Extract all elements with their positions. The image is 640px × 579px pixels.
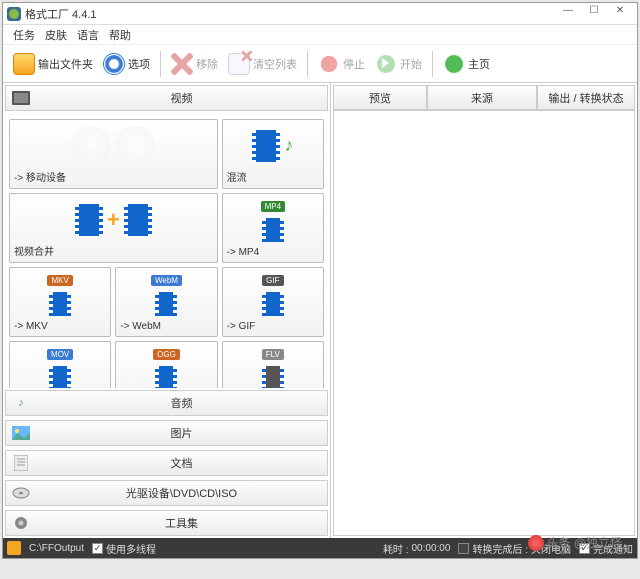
task-list-empty[interactable] — [333, 111, 635, 536]
home-icon — [443, 53, 465, 75]
film-icon — [262, 292, 284, 316]
main-body: 视频 -> 移动设备 ♪ 混流 + 视频合并 — [3, 83, 637, 538]
start-button[interactable]: 开始 — [371, 51, 426, 77]
film-icon — [49, 292, 71, 316]
film-icon — [155, 292, 177, 316]
devices-icon — [115, 126, 155, 166]
plus-icon: + — [107, 207, 120, 233]
options-button[interactable]: 选项 — [99, 51, 154, 77]
gif-badge: GIF — [262, 275, 283, 286]
mkv-badge: MKV — [47, 275, 72, 286]
film-icon — [75, 204, 103, 236]
film-icon — [262, 218, 284, 242]
film-icon — [252, 130, 280, 162]
menu-skin[interactable]: 皮肤 — [45, 27, 67, 42]
col-output[interactable]: 输出 / 转换状态 — [537, 85, 635, 110]
webm-badge: WebM — [151, 275, 182, 286]
right-panel: 预览 来源 输出 / 转换状态 — [331, 83, 637, 538]
tile-ogg[interactable]: OGG -> OGG — [115, 341, 217, 388]
menu-language[interactable]: 语言 — [77, 27, 99, 42]
checkbox-icon: ✓ — [92, 543, 103, 554]
flv-badge: FLV — [262, 349, 284, 360]
app-icon — [7, 7, 21, 21]
tile-mkv[interactable]: MKV -> MKV — [9, 267, 111, 337]
play-icon — [375, 53, 397, 75]
video-icon — [10, 89, 32, 107]
checkbox-icon: ✓ — [458, 543, 469, 554]
video-grid: -> 移动设备 ♪ 混流 + 视频合并 MP4 -> MP4 — [5, 115, 328, 388]
gear-icon — [10, 514, 32, 532]
film-icon — [124, 204, 152, 236]
film-icon — [155, 366, 177, 388]
title-bar[interactable]: 格式工厂 4.4.1 — ☐ ✕ — [3, 3, 637, 25]
folder-icon[interactable] — [7, 541, 21, 555]
list-header: 预览 来源 输出 / 转换状态 — [333, 85, 635, 111]
category-audio-header[interactable]: ♪ 音频 — [5, 390, 328, 416]
minimize-button[interactable]: — — [555, 5, 581, 23]
watermark: 头条 @独立怪 — [528, 534, 622, 551]
remove-icon — [171, 53, 193, 75]
clear-list-button[interactable]: 清空列表 — [224, 51, 301, 77]
output-folder-button[interactable]: 输出文件夹 — [9, 51, 97, 77]
menu-task[interactable]: 任务 — [13, 27, 35, 42]
category-drive-header[interactable]: 光驱设备\DVD\CD\ISO — [5, 480, 328, 506]
remove-button[interactable]: 移除 — [167, 51, 222, 77]
window-title: 格式工厂 4.4.1 — [25, 6, 97, 22]
close-button[interactable]: ✕ — [607, 5, 633, 23]
tile-gif[interactable]: GIF -> GIF — [222, 267, 324, 337]
mp4-badge: MP4 — [261, 201, 285, 212]
menu-bar: 任务 皮肤 语言 帮助 — [3, 25, 637, 45]
disc-drive-icon — [10, 484, 32, 502]
options-icon — [103, 53, 125, 75]
tile-mp4[interactable]: MP4 -> MP4 — [222, 193, 324, 263]
video-tiles-pane: -> 移动设备 ♪ 混流 + 视频合并 MP4 -> MP4 — [3, 113, 330, 388]
tile-webm[interactable]: WebM -> WebM — [115, 267, 217, 337]
tile-mobile[interactable]: -> 移动设备 — [9, 119, 218, 189]
left-panel: 视频 -> 移动设备 ♪ 混流 + 视频合并 — [3, 83, 331, 538]
menu-help[interactable]: 帮助 — [109, 27, 131, 42]
multithread-toggle[interactable]: ✓使用多线程 — [92, 541, 156, 556]
folder-icon — [13, 53, 35, 75]
devices-icon — [71, 126, 111, 166]
output-path-label[interactable]: C:\FFOutput — [29, 543, 84, 554]
film-icon — [262, 366, 284, 388]
category-video-header[interactable]: 视频 — [5, 85, 328, 111]
stop-button[interactable]: 停止 — [314, 51, 369, 77]
stop-icon — [318, 53, 340, 75]
category-doc-header[interactable]: 文档 — [5, 450, 328, 476]
col-preview[interactable]: 预览 — [333, 85, 427, 110]
tile-mov[interactable]: MOV -> MOV — [9, 341, 111, 388]
music-note-icon: ♪ — [284, 135, 293, 156]
category-tools-header[interactable]: 工具集 — [5, 510, 328, 536]
toolbar: 输出文件夹 选项 移除 清空列表 停止 开始 主页 — [3, 45, 637, 83]
clear-list-icon — [228, 53, 250, 75]
tile-merge[interactable]: + 视频合并 — [9, 193, 218, 263]
music-note-icon: ♪ — [10, 394, 32, 412]
tile-flv[interactable]: FLV -> FLV — [222, 341, 324, 388]
category-image-header[interactable]: 图片 — [5, 420, 328, 446]
maximize-button[interactable]: ☐ — [581, 5, 607, 23]
avatar-icon — [528, 535, 544, 551]
ogg-badge: OGG — [153, 349, 180, 360]
picture-icon — [10, 424, 32, 442]
tile-mux[interactable]: ♪ 混流 — [222, 119, 324, 189]
app-window: 格式工厂 4.4.1 — ☐ ✕ 任务 皮肤 语言 帮助 输出文件夹 选项 移除… — [2, 2, 638, 559]
home-button[interactable]: 主页 — [439, 51, 494, 77]
col-source[interactable]: 来源 — [427, 85, 537, 110]
document-icon — [10, 454, 32, 472]
mov-badge: MOV — [47, 349, 73, 360]
elapsed-time: 耗时 :00:00:00 — [383, 541, 451, 556]
film-icon — [49, 366, 71, 388]
